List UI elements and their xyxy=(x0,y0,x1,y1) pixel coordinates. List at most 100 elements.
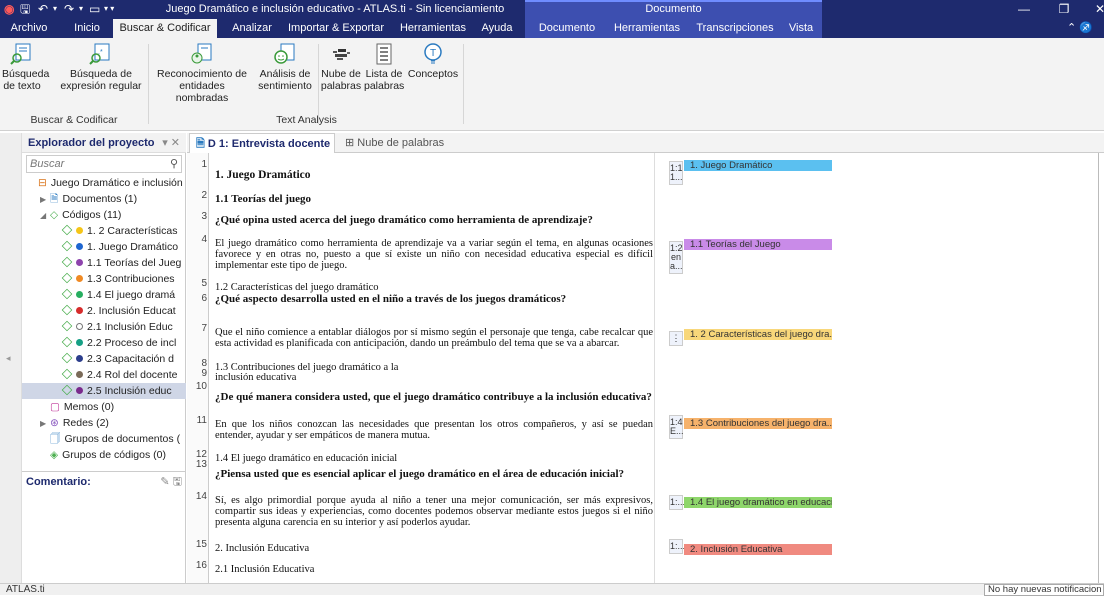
tree-item-label: 1. Juego Dramático xyxy=(87,241,179,253)
quote-badge[interactable]: 1:1 1... xyxy=(669,161,683,185)
window-icon[interactable]: ▭ xyxy=(89,1,100,17)
code-icon xyxy=(61,288,73,300)
code-label[interactable]: 1.1 Teorías del Juego xyxy=(684,239,832,250)
code-label[interactable]: 2. Inclusión Educativa xyxy=(684,544,832,555)
tab-documento[interactable]: Documento xyxy=(532,19,602,38)
code-item[interactable]: 1. Juego Dramático xyxy=(22,239,186,255)
left-gutter[interactable]: ◂ xyxy=(0,133,22,583)
tab-transcripciones[interactable]: Transcripciones xyxy=(692,19,778,38)
sentiment-label2: sentimiento xyxy=(258,80,312,92)
explorer-controls[interactable]: ▾ ✕ xyxy=(162,133,180,153)
code-item[interactable]: 2.4 Rol del docente xyxy=(22,367,186,383)
tab-vista[interactable]: Vista xyxy=(784,19,818,38)
tab-entrevista-docente[interactable]: 🗎 D 1: Entrevista docente ▾ ✕ xyxy=(189,133,335,170)
paragraph[interactable]: ¿Qué aspecto desarrolla usted en el niño… xyxy=(215,294,653,305)
notification-field[interactable]: No hay nuevas notificacion xyxy=(984,584,1104,596)
tab-buscar-codificar[interactable]: Buscar & Codificar xyxy=(113,19,217,38)
concepts-button[interactable]: T Conceptos xyxy=(406,42,460,80)
quote-badge[interactable]: 1:2 en a... xyxy=(669,241,683,274)
code-item[interactable]: 1.3 Contribuciones xyxy=(22,271,186,287)
text-search-button[interactable]: Búsqueda de texto xyxy=(2,42,49,92)
paragraph[interactable]: 2. Inclusión Educativa xyxy=(215,543,653,554)
vertical-scrollbar[interactable] xyxy=(1098,153,1104,583)
regex-search-button[interactable]: .* Búsqueda de expresión regular xyxy=(58,42,144,92)
paragraph[interactable]: 1.2 Características del juego dramático xyxy=(215,282,653,293)
paragraph[interactable]: Que el niño comience a entablar diálogos… xyxy=(215,327,653,349)
paragraph[interactable]: ¿Qué opina usted acerca del juego dramát… xyxy=(215,215,653,226)
tree-item-project[interactable]: ⊟ Juego Dramático e inclusión xyxy=(22,175,186,191)
tree-item-codegroups[interactable]: ◈ Grupos de códigos (0) xyxy=(22,447,186,463)
quote-badge[interactable]: 1:... xyxy=(669,495,685,510)
quote-badge[interactable]: 1:4 E... xyxy=(669,415,684,439)
code-item[interactable]: 2.3 Capacitación d xyxy=(22,351,186,367)
word-list-label1: Lista de xyxy=(365,68,403,80)
code-item[interactable]: 2.5 Inclusión educ xyxy=(22,383,186,399)
window-title: Juego Dramático e inclusión educativo - … xyxy=(165,3,505,15)
paragraph[interactable]: El juego dramático como herramienta de a… xyxy=(215,238,653,271)
code-label[interactable]: 1. 2 Características del juego dra... xyxy=(684,329,832,340)
tree-item-label: Juego Dramático e inclusión xyxy=(50,177,183,189)
code-label[interactable]: 1. Juego Dramático xyxy=(684,160,832,171)
code-item[interactable]: 2. Inclusión Educat xyxy=(22,303,186,319)
code-item[interactable]: 1.4 El juego dramá xyxy=(22,287,186,303)
quote-badge[interactable]: ⋮ xyxy=(669,331,683,346)
quick-access-dropdown-icon[interactable]: ▾ ▾ xyxy=(104,1,114,17)
maximize-button[interactable]: ❐ xyxy=(1044,0,1084,19)
code-label[interactable]: 1.4 El juego dramático en educaci... xyxy=(684,497,832,508)
code-label[interactable]: 1.3 Contribuciones del juego dra... xyxy=(684,418,832,429)
redo-icon[interactable]: ↷ xyxy=(64,1,74,17)
line-number: 5 xyxy=(201,278,207,289)
document-view[interactable]: 1 2 3 4 5 6 7 8 9 10 11 12 13 14 15 16 1. Juego Dramáti… xyxy=(187,153,1104,583)
sentiment-button[interactable]: Análisis de sentimiento xyxy=(256,42,314,92)
save-icon[interactable]: 🖫 xyxy=(20,1,30,17)
collapse-ribbon-icon[interactable]: ⌃ ♐ xyxy=(1060,19,1100,38)
tab-ayuda[interactable]: Ayuda xyxy=(478,19,516,38)
word-cloud-button[interactable]: Nube de palabras xyxy=(320,42,362,92)
text-search-label1: Búsqueda xyxy=(2,68,50,80)
paragraph[interactable]: ¿De qué manera considera usted, que el j… xyxy=(215,392,653,403)
undo-icon[interactable]: ↶ xyxy=(38,1,48,17)
close-button[interactable]: ✕ xyxy=(1080,0,1104,19)
named-entity-button[interactable]: Reconocimiento de entidades nombradas xyxy=(152,42,252,104)
paragraph[interactable]: 2.1 Inclusión Educativa xyxy=(215,564,653,575)
expander-icon[interactable]: ◢ xyxy=(40,208,50,223)
code-item[interactable]: 2.2 Proceso de incl xyxy=(22,335,186,351)
tree-item-docgroups[interactable]: 🗍 Grupos de documentos ( xyxy=(22,431,186,447)
tab-importar-exportar[interactable]: Importar & Exportar xyxy=(286,19,386,38)
tree-item-networks[interactable]: ▶ ⊛ Redes (2) xyxy=(22,415,186,431)
documents-icon: 🗎 xyxy=(50,193,59,205)
tree-item-codes[interactable]: ◢ ◇ Códigos (11) xyxy=(22,207,186,223)
code-item[interactable]: 1. 2 Características xyxy=(22,223,186,239)
tree-item-memos[interactable]: ▢ Memos (0) xyxy=(22,399,186,415)
minimize-button[interactable]: — xyxy=(1004,0,1044,19)
comment-edit-icon[interactable]: ✎ 🖫 xyxy=(160,472,182,492)
word-list-button[interactable]: Lista de palabras xyxy=(364,42,404,92)
tab-analizar[interactable]: Analizar xyxy=(224,19,280,38)
explorer-search-input[interactable]: Buscar ⚲ xyxy=(26,155,182,173)
tab-herramientas-contexto[interactable]: Herramientas xyxy=(610,19,684,38)
line-number: 1 xyxy=(201,159,207,170)
quote-badge[interactable]: 1:... xyxy=(669,539,685,554)
expander-icon[interactable]: ▶ xyxy=(40,192,50,207)
tree-item-label: 1. 2 Características xyxy=(87,225,178,237)
search-icon[interactable]: ⚲ xyxy=(170,156,178,172)
paragraph[interactable]: En que los niños conozcan las necesidade… xyxy=(215,419,653,441)
expand-left-icon[interactable]: ◂ xyxy=(6,353,11,364)
status-app: ATLAS.ti xyxy=(6,584,45,595)
line-number: 3 xyxy=(201,211,207,222)
paragraph[interactable]: 1.4 El juego dramático en educación inic… xyxy=(215,453,653,464)
tree-item-documents[interactable]: ▶ 🗎 Documentos (1) xyxy=(22,191,186,207)
tab-inicio[interactable]: Inicio xyxy=(66,19,108,38)
expander-icon[interactable]: ▶ xyxy=(40,416,50,431)
tab-herramientas[interactable]: Herramientas xyxy=(394,19,472,38)
tab-archivo[interactable]: Archivo xyxy=(0,19,58,38)
paragraph[interactable]: Sí, es algo primordial porque ayuda al n… xyxy=(215,495,653,528)
paragraph[interactable]: 1.1 Teorías del juego xyxy=(215,194,653,205)
word-list-label2: palabras xyxy=(364,80,405,92)
paragraph[interactable]: 1. Juego Dramático xyxy=(215,169,653,181)
paragraph[interactable]: inclusión educativa xyxy=(215,372,653,383)
tab-nube-palabras[interactable]: ⊞ Nube de palabras xyxy=(339,133,459,153)
code-item[interactable]: 2.1 Inclusión Educ xyxy=(22,319,186,335)
paragraph[interactable]: ¿Piensa usted que es esencial aplicar el… xyxy=(215,469,653,480)
code-item[interactable]: 1.1 Teorías del Jueg xyxy=(22,255,186,271)
